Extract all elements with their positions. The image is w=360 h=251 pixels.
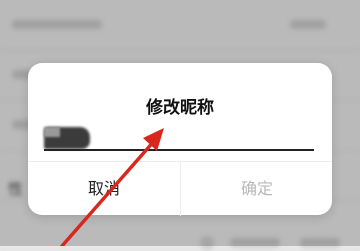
annotation-arrow-icon bbox=[60, 128, 164, 246]
